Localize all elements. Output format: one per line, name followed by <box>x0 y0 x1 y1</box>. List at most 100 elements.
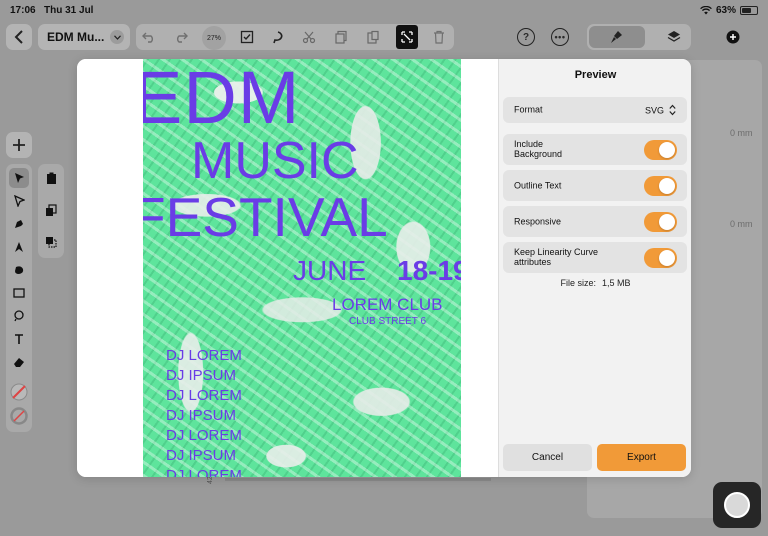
poster-dj-6: DJ IPSUM <box>166 447 237 464</box>
poster-month: JUNE <box>293 255 367 286</box>
paste-icon[interactable] <box>362 26 384 48</box>
selection-subpanel <box>38 164 64 258</box>
crop-icon[interactable] <box>396 25 418 49</box>
format-label: Format <box>514 104 543 115</box>
format-select[interactable]: SVG <box>644 104 676 116</box>
text-tool[interactable] <box>9 329 29 349</box>
fill-tool[interactable] <box>9 306 29 326</box>
question-icon: ? <box>517 28 535 46</box>
export-button[interactable]: Export <box>597 444 686 471</box>
more-button[interactable]: ••• <box>549 26 571 48</box>
zoom-indicator[interactable]: 27% <box>202 26 226 50</box>
stroke-color-swatch[interactable] <box>9 406 29 426</box>
pencil-tool[interactable] <box>9 237 29 257</box>
toggle-knob <box>659 249 675 266</box>
node-tool[interactable] <box>9 191 29 211</box>
chevron-left-icon <box>14 30 23 44</box>
top-toolbar: EDM Mu... 27% ? ••• <box>0 20 768 54</box>
copy-icon[interactable] <box>330 26 352 48</box>
ellipsis-icon: ••• <box>551 28 569 46</box>
help-button[interactable]: ? <box>515 26 537 48</box>
add-button[interactable] <box>722 26 744 48</box>
status-time: 17:06 <box>10 5 36 16</box>
select-all-icon[interactable] <box>236 26 258 48</box>
add-element-button[interactable] <box>6 132 32 158</box>
fill-icon <box>14 310 24 322</box>
eraser-tool[interactable] <box>9 352 29 372</box>
brush-icon <box>605 26 627 48</box>
zoom-level: 27% <box>206 34 221 42</box>
toggle-knob <box>659 141 675 158</box>
option-outline-text: Outline Text <box>503 170 687 201</box>
duplicate-icon <box>46 203 57 216</box>
no-fill-icon <box>10 383 28 401</box>
back-button[interactable] <box>6 24 32 50</box>
node-arrow-icon <box>13 195 25 207</box>
rectangle-icon <box>13 288 25 298</box>
poster-dj-2: DJ IPSUM <box>166 367 237 384</box>
text-icon <box>15 334 23 344</box>
assistive-touch-icon <box>724 492 750 518</box>
tab-layers[interactable] <box>663 26 685 48</box>
subtool-3[interactable] <box>41 232 61 252</box>
option-responsive: Responsive <box>503 206 687 237</box>
responsive-toggle[interactable] <box>644 211 677 232</box>
poster-artwork: EDM MUSIC FESTIVAL JUNE 18-19 LOREM CLUB… <box>143 59 461 477</box>
document-title-button[interactable]: EDM Mu... <box>38 24 130 50</box>
battery-icon <box>740 6 758 15</box>
wifi-icon <box>700 6 712 15</box>
option-keep-linearity: Keep Linearity Curve attributes <box>503 242 687 273</box>
poster-street: CLUB STREET 6 <box>349 316 427 327</box>
fill-color-swatch[interactable] <box>9 382 29 402</box>
tool-panel <box>6 164 32 432</box>
layers-icon <box>667 31 681 42</box>
subtool-1[interactable] <box>41 168 61 188</box>
boolean-icon <box>46 237 57 248</box>
document-title: EDM Mu... <box>47 30 105 44</box>
keep-linearity-toggle[interactable] <box>644 247 677 268</box>
chevron-down-icon <box>110 30 124 44</box>
arrow-icon <box>14 173 24 183</box>
selection-tool[interactable] <box>9 168 29 188</box>
poster-dj-7: DJ LOREM <box>166 467 242 477</box>
inspector-field-1: 0 mm <box>730 128 753 138</box>
format-value: SVG <box>644 105 664 115</box>
eraser-icon <box>14 358 24 367</box>
status-date: Thu 31 Jul <box>44 5 94 16</box>
export-settings-panel: Preview Format SVG Include Background Ou… <box>498 59 691 477</box>
poster-dj-1: DJ LOREM <box>166 347 242 364</box>
redo-icon[interactable] <box>170 26 192 48</box>
chevron-up-down-icon <box>669 104 676 116</box>
scissors-icon[interactable] <box>298 26 320 48</box>
brush-tool[interactable] <box>9 260 29 280</box>
brush-icon <box>15 266 24 274</box>
include-background-toggle[interactable] <box>644 139 677 160</box>
toggle-knob <box>659 213 675 230</box>
plus-circle-icon <box>726 30 740 44</box>
undo-icon[interactable] <box>138 26 160 48</box>
option-label: Keep Linearity Curve attributes <box>514 246 599 268</box>
floating-assistive-button[interactable] <box>713 482 761 528</box>
horizontal-scrollbar[interactable] <box>225 478 491 481</box>
format-row[interactable]: Format SVG <box>503 97 687 123</box>
fountain-pen-icon <box>15 242 23 252</box>
cancel-button[interactable]: Cancel <box>503 444 592 471</box>
outline-text-toggle[interactable] <box>644 175 677 196</box>
poster-title-line1: EDM <box>143 59 301 139</box>
poster-dates: 18-19 <box>397 255 461 286</box>
plus-icon <box>13 139 25 151</box>
pen-tool[interactable] <box>9 214 29 234</box>
poster-dj-5: DJ LOREM <box>166 427 242 444</box>
poster-dj-4: DJ IPSUM <box>166 407 237 424</box>
trash-icon[interactable] <box>428 26 450 48</box>
option-include-background: Include Background <box>503 134 687 165</box>
shape-tool[interactable] <box>9 283 29 303</box>
file-size-label: File size: <box>560 278 596 288</box>
status-right: 63% <box>700 5 758 16</box>
subtool-2[interactable] <box>41 200 61 220</box>
stroke-ring-icon <box>10 407 28 425</box>
poster-title-line3: FESTIVAL <box>143 186 388 248</box>
lasso-icon[interactable] <box>267 26 289 48</box>
clipboard-icon <box>46 172 56 184</box>
option-label: Responsive <box>514 216 562 227</box>
